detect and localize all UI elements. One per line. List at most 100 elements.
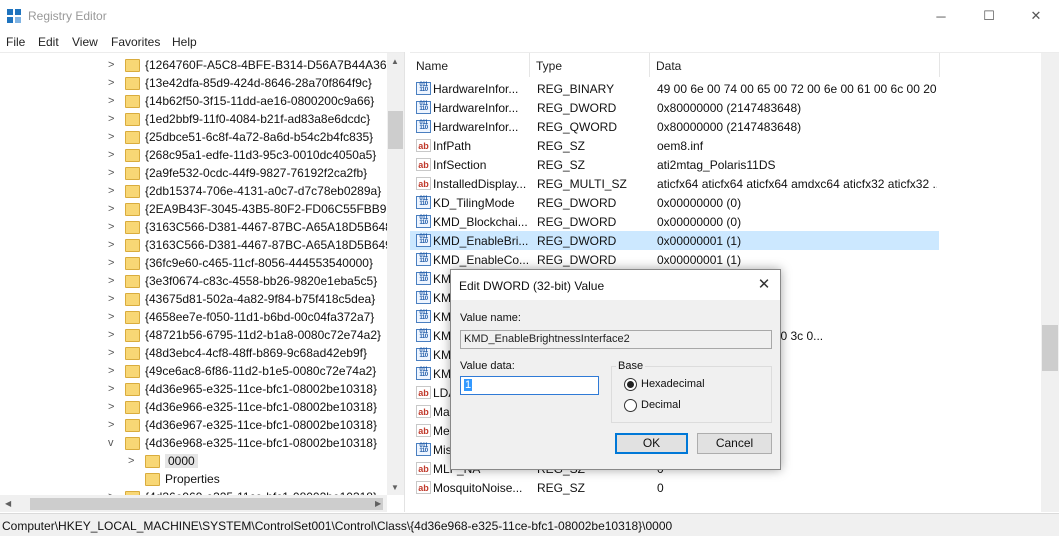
menu-view[interactable]: View (72, 35, 98, 49)
value-row[interactable]: 011 110 KD_TilingMode REG_DWORD 0x00000000 … (410, 193, 939, 212)
tree-item[interactable]: v {4d36e968-e325-11ce-bfc1-08002be10318} (0, 435, 390, 453)
close-button[interactable]: ✕ (1013, 0, 1059, 32)
string-value-icon: ab (416, 405, 431, 418)
tree-item[interactable]: > {1ed2bbf9-11f0-4084-b21f-ad83a8e6dcdc} (0, 111, 390, 129)
chevron-down-icon[interactable]: v (108, 437, 118, 449)
tree-item[interactable]: > {13e42dfa-85d9-424d-8646-28a70f864f9c} (0, 75, 390, 93)
chevron-right-icon[interactable]: > (108, 383, 118, 395)
tree-item[interactable]: > {43675d81-502a-4a82-9f84-b75f418c5dea} (0, 291, 390, 309)
chevron-right-icon[interactable]: > (108, 149, 118, 161)
value-row[interactable]: 011 110 KMD_Blockchai... REG_DWORD 0x000000… (410, 212, 939, 231)
value-data-cell: 0x80000000 (2147483648) (657, 120, 802, 134)
scroll-left-arrow-icon[interactable]: ◀ (5, 499, 11, 508)
value-row[interactable]: ab InstalledDisplay... REG_MULTI_SZ aticfx6… (410, 174, 939, 193)
tree-item[interactable]: > {48721b56-6795-11d2-b1a8-0080c72e74a2} (0, 327, 390, 345)
chevron-right-icon[interactable]: > (108, 113, 118, 125)
value-row[interactable]: 011 110 HardwareInfor... REG_DWORD 0x800000… (410, 98, 939, 117)
menu-favorites[interactable]: Favorites (111, 35, 160, 49)
ok-button[interactable]: OK (615, 433, 688, 454)
tree-item[interactable]: > {2a9fe532-0cdc-44f9-9827-76192f2ca2fb} (0, 165, 390, 183)
tree-item[interactable]: > {4d36e965-e325-11ce-bfc1-08002be10318} (0, 381, 390, 399)
tree-item[interactable]: > {2EA9B43F-3045-43B5-80F2-FD06C55FBB90} (0, 201, 397, 219)
tree-item[interactable]: > {4658ee7e-f050-11d1-b6bd-00c04fa372a7} (0, 309, 390, 327)
key-tree[interactable]: >{4d36e969-e325-11ce-bfc1-08002be10318}P… (0, 52, 404, 512)
folder-icon (125, 185, 140, 198)
tree-item[interactable]: > {4d36e967-e325-11ce-bfc1-08002be10318} (0, 417, 390, 435)
folder-icon (125, 419, 140, 432)
value-data-cell: 0x00000001 (1) (657, 234, 742, 248)
column-header-data[interactable]: Data (650, 53, 940, 77)
cancel-button[interactable]: Cancel (697, 433, 772, 454)
menu-help[interactable]: Help (172, 35, 197, 49)
value-row[interactable]: 011 110 HardwareInfor... REG_QWORD 0x800000… (410, 117, 939, 136)
tree-item[interactable]: > {1264760F-A5C8-4BFE-B314-D56A7B44A362} (0, 57, 397, 75)
menu-file[interactable]: File (6, 35, 25, 49)
tree-item[interactable]: > {3163C566-D381-4467-87BC-A65A18D5B648} (0, 219, 396, 237)
column-header-type[interactable]: Type (530, 53, 650, 77)
tree-horizontal-scroll-thumb[interactable] (30, 498, 383, 510)
scroll-right-arrow-icon[interactable]: ▶ (375, 499, 381, 508)
tree-item[interactable]: Properties (0, 471, 390, 489)
tree-item[interactable]: >0000 (0, 453, 390, 471)
maximize-button[interactable]: ☐ (966, 0, 1012, 32)
chevron-right-icon[interactable]: > (108, 167, 118, 179)
chevron-right-icon[interactable]: > (108, 203, 118, 215)
chevron-right-icon[interactable]: > (108, 59, 118, 71)
chevron-right-icon[interactable]: > (108, 131, 118, 143)
chevron-right-icon[interactable]: > (108, 311, 118, 323)
value-type-cell: REG_DWORD (537, 253, 617, 267)
chevron-right-icon[interactable]: > (108, 365, 118, 377)
scroll-up-arrow-icon[interactable]: ▲ (391, 57, 399, 66)
value-row[interactable]: ab InfSection REG_SZ ati2mtag_Polaris11DS (410, 155, 939, 174)
list-vertical-scroll-thumb[interactable] (1042, 325, 1058, 371)
list-vertical-scrollbar[interactable] (1041, 53, 1059, 512)
chevron-right-icon[interactable]: > (108, 419, 118, 431)
tree-item[interactable]: > {3163C566-D381-4467-87BC-A65A18D5B649} (0, 237, 396, 255)
tree-item[interactable]: > {4d36e966-e325-11ce-bfc1-08002be10318} (0, 399, 390, 417)
chevron-right-icon[interactable]: > (108, 347, 118, 359)
decimal-label[interactable]: Decimal (641, 399, 681, 411)
tree-item-label: {4d36e968-e325-11ce-bfc1-08002be10318} (145, 436, 377, 450)
chevron-right-icon[interactable]: > (108, 239, 118, 251)
hexadecimal-radio[interactable] (624, 378, 637, 391)
dialog-title: Edit DWORD (32-bit) Value (459, 279, 605, 293)
chevron-right-icon[interactable]: > (108, 221, 118, 233)
tree-item[interactable]: > {268c95a1-edfe-11d3-95c3-0010dc4050a5} (0, 147, 390, 165)
tree-item[interactable]: > {36fc9e60-c465-11cf-8056-444553540000} (0, 255, 390, 273)
chevron-right-icon[interactable]: > (108, 275, 118, 287)
chevron-right-icon[interactable]: > (108, 185, 118, 197)
column-header-name[interactable]: Name (410, 53, 530, 77)
tree-item-label: {4d36e966-e325-11ce-bfc1-08002be10318} (145, 400, 377, 414)
scroll-down-arrow-icon[interactable]: ▼ (391, 483, 399, 492)
chevron-right-icon[interactable]: > (108, 329, 118, 341)
decimal-radio[interactable] (624, 399, 637, 412)
tree-item-label: {49ce6ac8-6f86-11d2-b1e5-0080c72e74a2} (145, 364, 377, 378)
chevron-right-icon[interactable]: > (128, 455, 138, 467)
value-data-input[interactable]: 1 (460, 376, 599, 395)
dialog-close-icon[interactable]: ✕ (752, 275, 776, 295)
tree-item[interactable]: > {25dbce51-6c8f-4a72-8a6d-b54c2b4fc835} (0, 129, 390, 147)
menu-edit[interactable]: Edit (38, 35, 59, 49)
chevron-right-icon[interactable]: > (108, 257, 118, 269)
minimize-button[interactable]: ─ (918, 0, 964, 32)
value-row[interactable]: 011 110 KMD_EnableBri... REG_DWORD 0x000000… (410, 231, 939, 250)
hexadecimal-label[interactable]: Hexadecimal (641, 378, 705, 390)
value-row[interactable]: ab InfPath REG_SZ oem8.inf (410, 136, 939, 155)
tree-item[interactable]: > {48d3ebc4-4cf8-48ff-b869-9c68ad42eb9f} (0, 345, 390, 363)
chevron-right-icon[interactable]: > (108, 95, 118, 107)
tree-item[interactable]: > {3e3f0674-c83c-4558-bb26-9820e1eba5c5} (0, 273, 390, 291)
tree-item[interactable]: > {14b62f50-3f15-11dd-ae16-0800200c9a66} (0, 93, 390, 111)
tree-vertical-scroll-thumb[interactable] (388, 111, 403, 149)
tree-item[interactable]: > {2db15374-706e-4131-a0c7-d7c78eb0289a} (0, 183, 390, 201)
binary-value-icon: 011 110 (416, 82, 431, 95)
chevron-right-icon[interactable]: > (108, 77, 118, 89)
folder-icon (125, 221, 140, 234)
value-name-cell: KMD_EnableCo... (433, 253, 528, 267)
value-row[interactable]: ab MosquitoNoise... REG_SZ 0 (410, 478, 939, 497)
tree-item[interactable]: > {49ce6ac8-6f86-11d2-b1e5-0080c72e74a2} (0, 363, 390, 381)
chevron-right-icon[interactable]: > (108, 293, 118, 305)
value-row[interactable]: 011 110 HardwareInfor... REG_BINARY 49 00 6… (410, 79, 939, 98)
tree-item-label: Properties (165, 472, 220, 486)
chevron-right-icon[interactable]: > (108, 401, 118, 413)
value-row[interactable]: 011 110 KMD_EnableCo... REG_DWORD 0x0000000… (410, 250, 939, 269)
